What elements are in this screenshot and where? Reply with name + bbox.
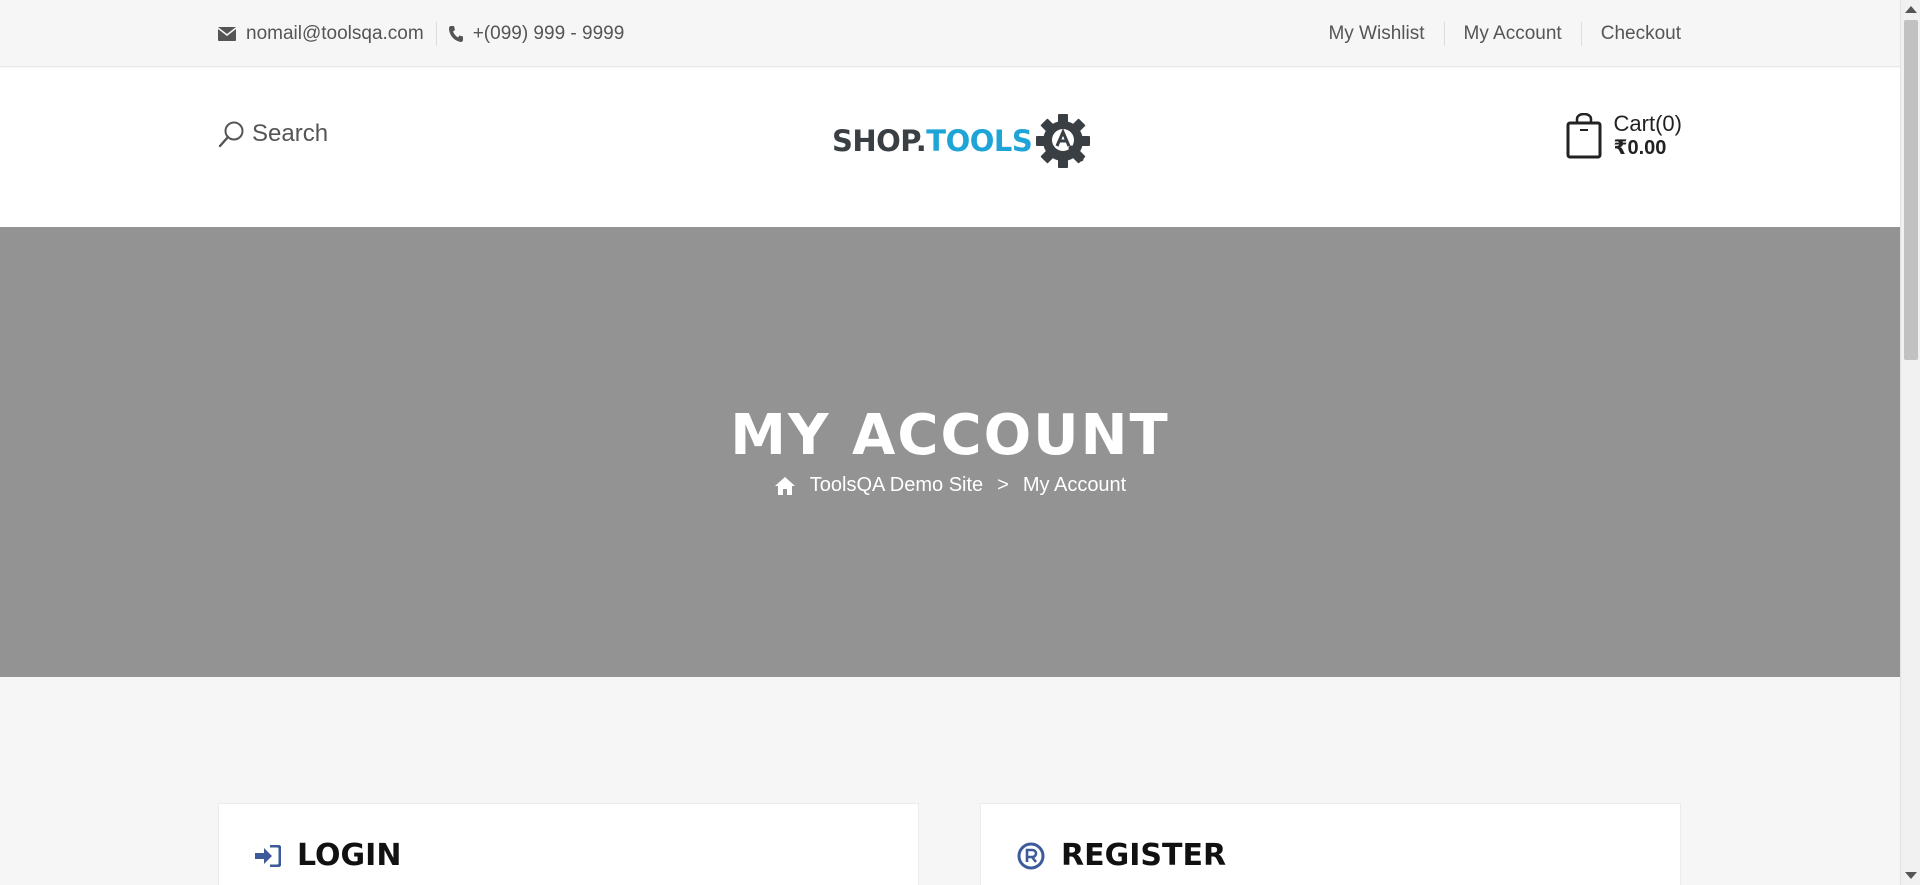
contact-info: nomail@toolsqa.com +(099) 999 - 9999 [218,0,624,67]
sign-in-icon [255,844,281,867]
register-panel: REGISTER [980,803,1681,885]
scroll-up-icon[interactable] [1905,6,1917,13]
top-links: My Wishlist My Account Checkout [1309,0,1681,67]
cart-amount: ₹0.00 [1613,137,1667,159]
logo-text: SHOP.TOOLS [832,124,1033,158]
search-button[interactable]: Search [218,120,328,148]
breadcrumb-separator: > [997,474,1009,496]
register-heading: REGISTER [1017,838,1226,873]
cart-button[interactable]: Cart(0) ₹0.00 [1566,112,1682,160]
login-panel: LOGIN [218,803,919,885]
page-banner: MY ACCOUNT ToolsQA Demo Site > My Accoun… [0,227,1900,677]
envelope-icon [218,26,236,41]
page-title: MY ACCOUNT [730,403,1170,468]
breadcrumb: ToolsQA Demo Site > My Account [0,474,1900,497]
email-text: nomail@toolsqa.com [246,22,424,44]
phone-icon [448,25,463,42]
shopping-bag-icon [1566,113,1602,159]
site-logo[interactable]: SHOP.TOOLS [832,112,1092,170]
register-title: REGISTER [1061,838,1227,873]
site-header: Search SHOP.TOOLS Cart(0) ₹0.00 [0,68,1900,227]
login-heading: LOGIN [255,838,401,873]
cart-label: Cart(0) [1613,111,1682,136]
breadcrumb-current: My Account [1022,474,1127,496]
phone-text: +(099) 999 - 9999 [472,22,625,44]
email-contact[interactable]: nomail@toolsqa.com [218,23,424,45]
checkout-link[interactable]: Checkout [1582,23,1681,45]
gear-icon [1036,114,1091,168]
my-account-link[interactable]: My Account [1445,23,1581,45]
page-scrollbar[interactable] [1900,0,1920,885]
phone-contact[interactable]: +(099) 999 - 9999 [448,22,625,45]
cart-summary: Cart(0) ₹0.00 [1614,112,1682,160]
my-wishlist-link[interactable]: My Wishlist [1309,23,1443,45]
contact-divider [435,21,437,46]
registered-icon [1017,842,1045,869]
login-title: LOGIN [297,838,402,873]
breadcrumb-home-link[interactable]: ToolsQA Demo Site [810,474,983,497]
search-icon [218,121,244,148]
search-label: Search [252,120,329,147]
scrollbar-thumb[interactable] [1904,20,1918,360]
top-bar: nomail@toolsqa.com +(099) 999 - 9999 My … [0,0,1900,67]
scroll-down-icon[interactable] [1905,872,1917,879]
home-icon[interactable] [774,476,796,496]
